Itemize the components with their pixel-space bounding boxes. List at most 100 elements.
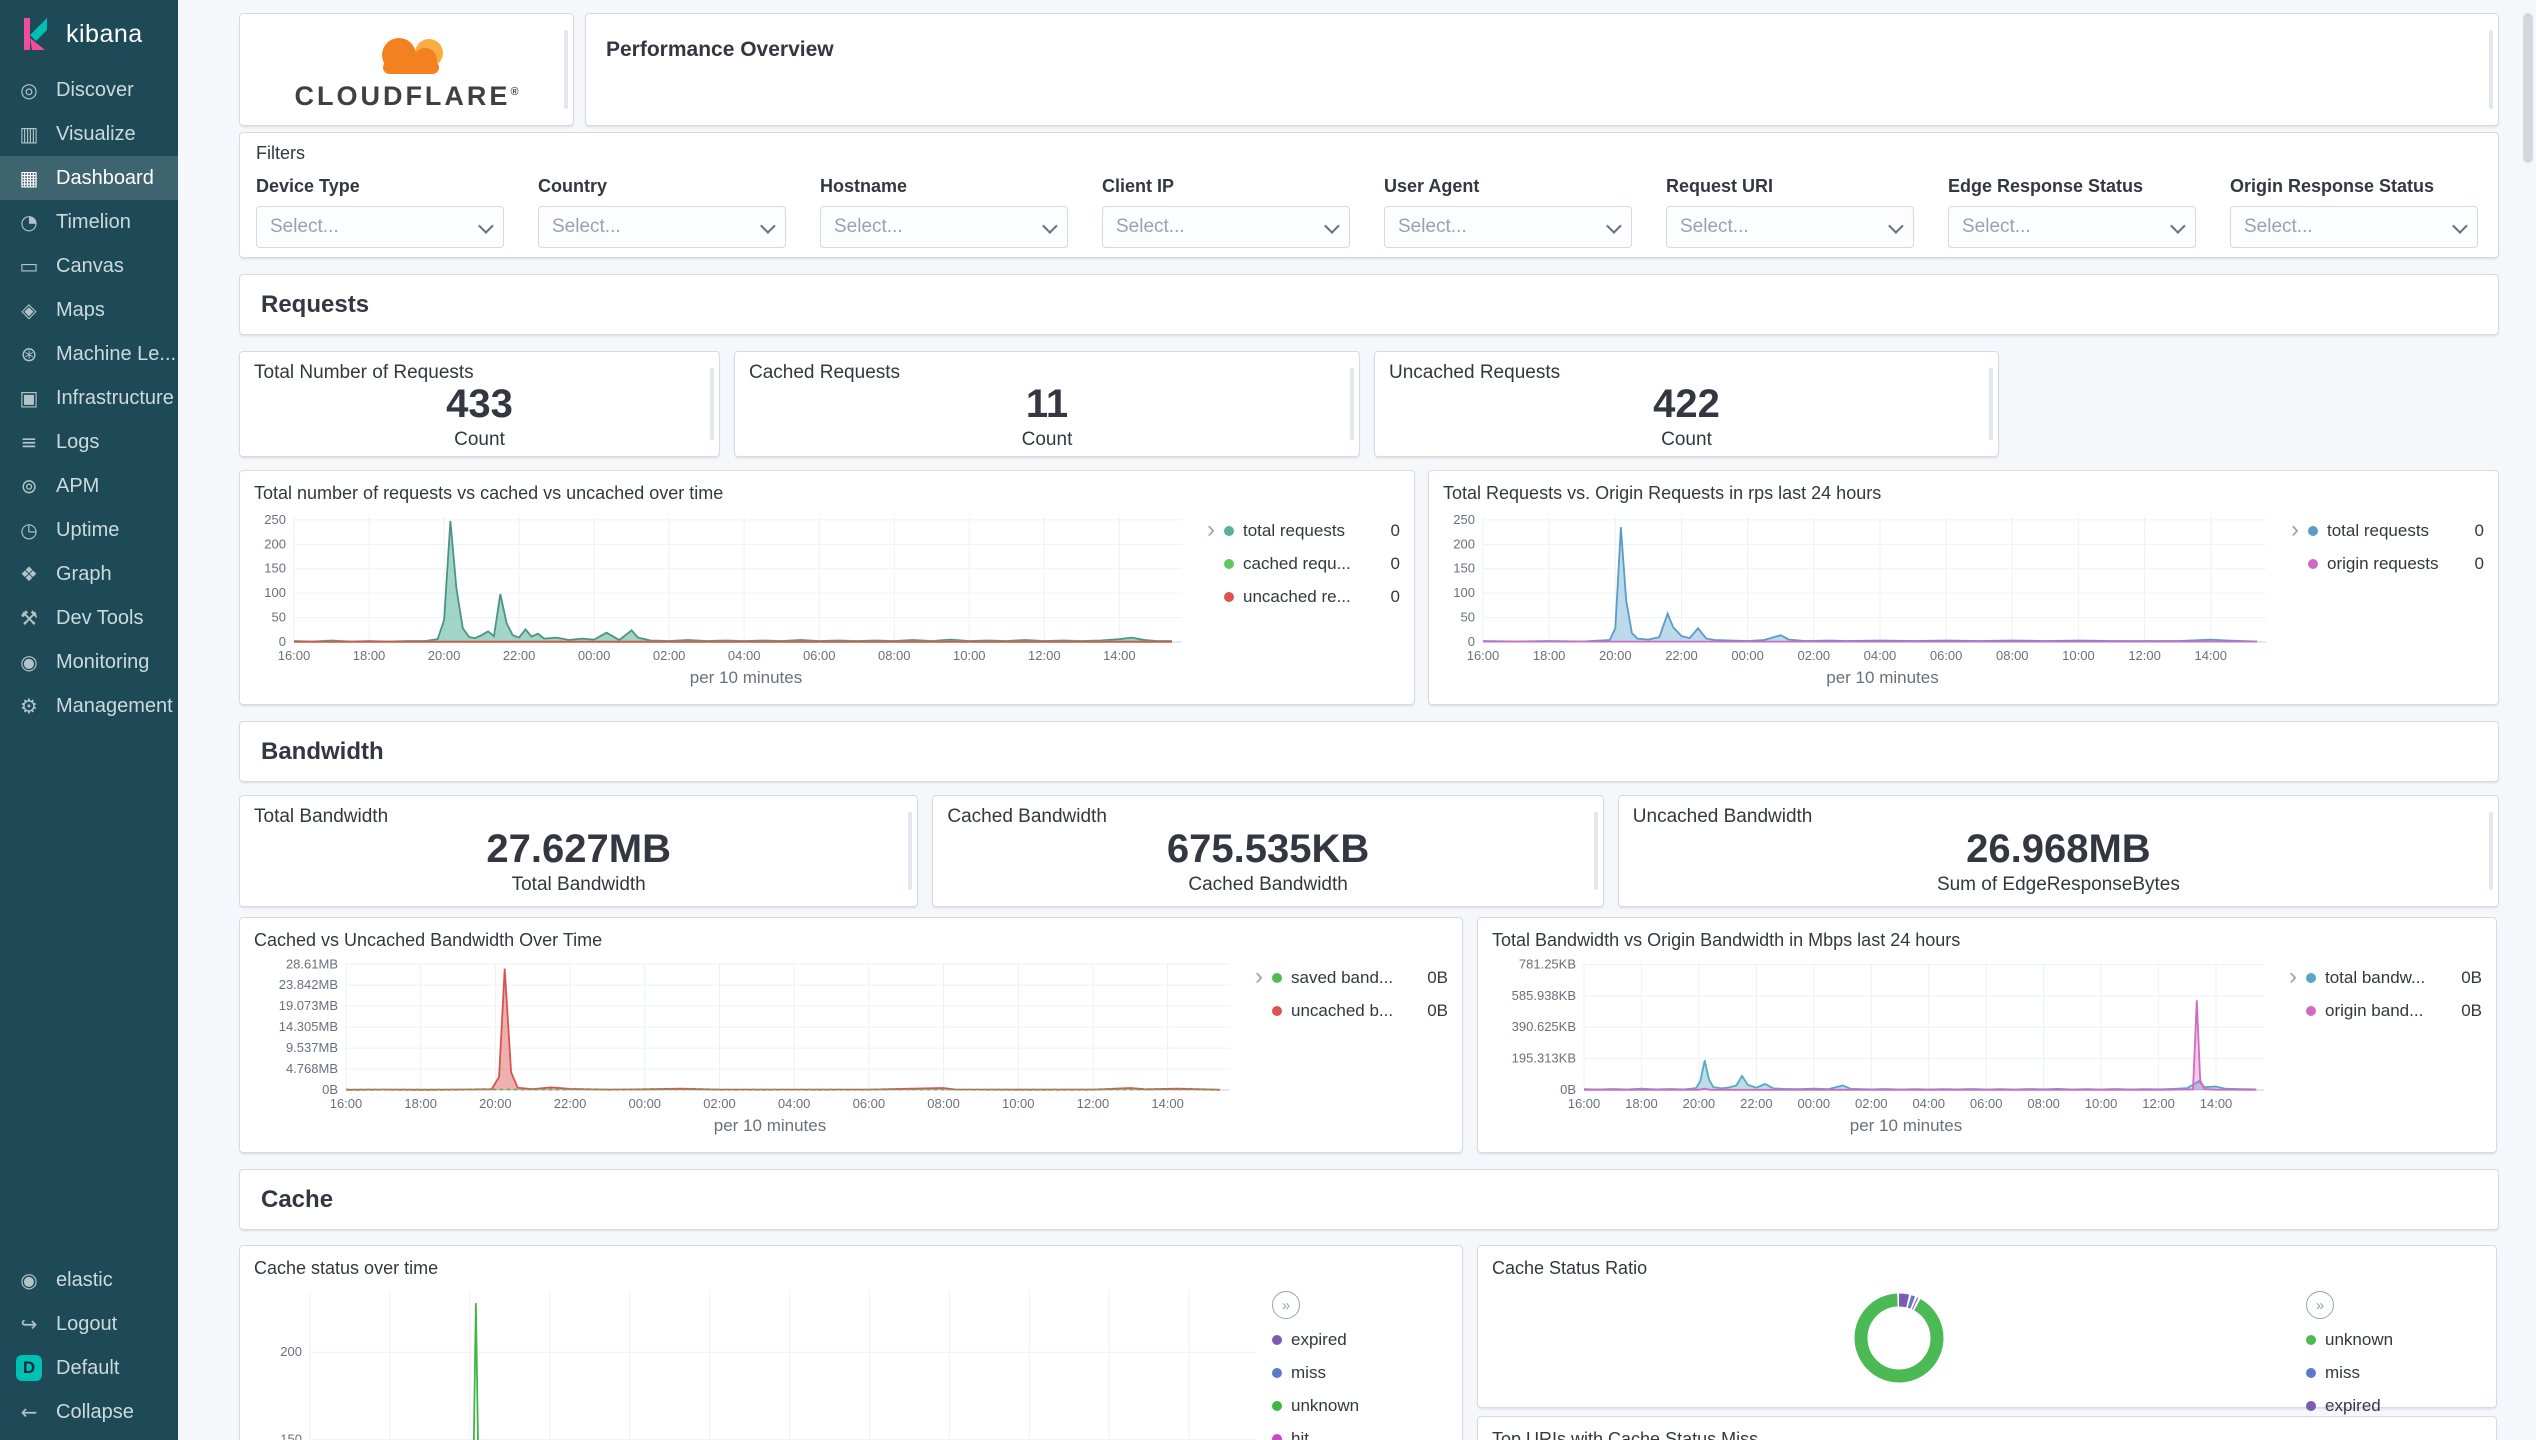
- sidebar-item-canvas[interactable]: ▭ Canvas: [0, 244, 178, 288]
- requests-section-header: Requests: [239, 274, 2499, 335]
- legend-item[interactable]: hit: [1272, 1422, 1448, 1440]
- request-uri-select[interactable]: Select...: [1666, 206, 1914, 248]
- legend-collapse-icon[interactable]: ›: [1246, 953, 1272, 1140]
- legend-collapse-icon[interactable]: »: [1272, 1291, 1300, 1319]
- bandwidth-over-time-chart-panel: Cached vs Uncached Bandwidth Over Time 1…: [239, 917, 1463, 1153]
- cache-ratio-donut[interactable]: [1844, 1283, 1954, 1393]
- sidebar-item-label: Management: [56, 694, 173, 717]
- legend-dot: [2306, 1367, 2316, 1378]
- legend-item[interactable]: uncached b... 0B: [1272, 994, 1448, 1027]
- legend-label: expired: [2325, 1395, 2381, 1415]
- svg-text:200: 200: [1453, 536, 1475, 551]
- legend-item[interactable]: total requests 0: [2308, 514, 2484, 547]
- legend-item[interactable]: total requests 0: [1224, 514, 1400, 547]
- legend-item[interactable]: miss: [2306, 1356, 2482, 1389]
- sidebar-item-default[interactable]: D Default: [0, 1346, 178, 1390]
- filter-label: Request URI: [1666, 176, 1774, 196]
- hostname-select[interactable]: Select...: [820, 206, 1068, 248]
- sidebar-item-maps[interactable]: ◈ Maps: [0, 288, 178, 332]
- sidebar-item-dashboard[interactable]: ▦ Dashboard: [0, 156, 178, 200]
- legend-item[interactable]: miss: [1272, 1356, 1448, 1389]
- legend-collapse-icon[interactable]: ›: [2280, 953, 2306, 1140]
- svg-text:10:00: 10:00: [2062, 648, 2095, 663]
- legend-item[interactable]: expired: [1272, 1323, 1448, 1356]
- legend-dot: [1272, 1334, 1282, 1345]
- svg-text:22:00: 22:00: [554, 1096, 587, 1111]
- svg-text:16:00: 16:00: [278, 648, 311, 663]
- metric-cached-bandwidth: Cached Bandwidth 675.535KB Cached Bandwidt…: [932, 795, 1604, 907]
- filter-label: Device Type: [256, 176, 360, 196]
- legend-item[interactable]: total bandw... 0B: [2306, 961, 2482, 994]
- sidebar-item-label: Canvas: [56, 254, 124, 277]
- legend-item[interactable]: uncached re... 0: [1224, 580, 1400, 613]
- sidebar-item-label: Timelion: [56, 210, 131, 233]
- svg-text:0: 0: [279, 634, 286, 649]
- legend-dot: [2306, 1005, 2316, 1016]
- edge-response-status-select[interactable]: Select...: [1948, 206, 2196, 248]
- legend-item[interactable]: saved band... 0B: [1272, 961, 1448, 994]
- sidebar-item-elastic[interactable]: ◉ elastic: [0, 1258, 178, 1302]
- chart-plot[interactable]: 16:0018:0020:0022:0000:0002:0004:0006:00…: [1443, 506, 2282, 668]
- filter-fields: Device Type Select... Country Select... Host…: [256, 176, 2482, 248]
- metric-title: Total Bandwidth: [254, 806, 389, 827]
- svg-text:200: 200: [280, 1344, 302, 1359]
- sidebar-item-uptime[interactable]: ◷ Uptime: [0, 508, 178, 552]
- sidebar-item-dev-tools[interactable]: ⚒ Dev Tools: [0, 596, 178, 640]
- svg-text:28.61MB: 28.61MB: [286, 956, 338, 971]
- svg-text:0B: 0B: [322, 1082, 338, 1097]
- sidebar-item-timelion[interactable]: ◔ Timelion: [0, 200, 178, 244]
- sidebar-item-graph[interactable]: ❖ Graph: [0, 552, 178, 596]
- filter-label: User Agent: [1384, 176, 1480, 196]
- client-ip-select[interactable]: Select...: [1102, 206, 1350, 248]
- legend-item[interactable]: origin requests 0: [2308, 547, 2484, 580]
- svg-text:00:00: 00:00: [1798, 1096, 1831, 1111]
- sidebar-item-visualize[interactable]: ▥ Visualize: [0, 112, 178, 156]
- legend-value: 0: [2474, 520, 2484, 540]
- svg-text:04:00: 04:00: [778, 1096, 811, 1111]
- sidebar-item-apm[interactable]: ⊚ APM: [0, 464, 178, 508]
- legend-value: 0: [2474, 553, 2484, 573]
- chart-plot[interactable]: 16:0018:0020:0022:0000:0002:0004:0006:00…: [1492, 953, 2280, 1116]
- country-select[interactable]: Select...: [538, 206, 786, 248]
- metric-unit: Count: [1661, 429, 1712, 450]
- svg-text:16:00: 16:00: [1467, 648, 1500, 663]
- legend-collapse-icon[interactable]: ›: [2282, 506, 2308, 692]
- chart-plot[interactable]: 16:0018:0020:0022:0000:0002:0004:0006:00…: [254, 1281, 1272, 1440]
- chart-plot[interactable]: 16:0018:0020:0022:0000:0002:0004:0006:00…: [254, 953, 1246, 1116]
- legend-value: 0B: [1427, 1000, 1448, 1020]
- sidebar-item-collapse[interactable]: ← Collapse: [0, 1390, 178, 1434]
- sidebar-item-monitoring[interactable]: ◉ Monitoring: [0, 640, 178, 684]
- legend-label: total requests: [1243, 520, 1346, 540]
- legend-item[interactable]: unknown: [2306, 1323, 2482, 1356]
- infrastructure-icon: ▣: [19, 386, 39, 410]
- bandwidth-metrics-row: Total Bandwidth 27.627MB Total Bandwidth Ca…: [239, 795, 2499, 907]
- device-type-select[interactable]: Select...: [256, 206, 504, 248]
- legend-collapse-icon[interactable]: »: [2306, 1291, 2334, 1319]
- svg-text:18:00: 18:00: [1625, 1096, 1658, 1111]
- origin-response-status-select[interactable]: Select...: [2230, 206, 2478, 248]
- legend-item[interactable]: origin band... 0B: [2306, 994, 2482, 1027]
- legend-label: total bandw...: [2325, 967, 2426, 987]
- requests-metrics-row: Total Number of Requests 433 Count Cached R…: [239, 351, 2499, 457]
- sidebar-item-discover[interactable]: ◎ Discover: [0, 68, 178, 112]
- chart-title: Cache Status Ratio: [1492, 1258, 1648, 1278]
- sidebar-item-logs[interactable]: ≡ Logs: [0, 420, 178, 464]
- sidebar-item-management[interactable]: ⚙ Management: [0, 684, 178, 728]
- sidebar-item-logout[interactable]: ↪ Logout: [0, 1302, 178, 1346]
- legend-item[interactable]: unknown: [1272, 1389, 1448, 1422]
- svg-text:16:00: 16:00: [330, 1096, 363, 1111]
- page-scrollbar[interactable]: [2523, 13, 2533, 163]
- legend-item[interactable]: cached requ... 0: [1224, 547, 1400, 580]
- chart-plot[interactable]: 16:0018:0020:0022:0000:0002:0004:0006:00…: [254, 506, 1198, 668]
- chart-title: Cached vs Uncached Bandwidth Over Time: [254, 930, 603, 950]
- chevron-down-icon: [1606, 217, 1622, 234]
- logs-icon: ≡: [20, 430, 38, 454]
- legend-collapse-icon[interactable]: ›: [1198, 506, 1224, 692]
- metric-value: 27.627MB: [486, 826, 671, 871]
- kibana-logo-row[interactable]: kibana: [0, 0, 178, 64]
- sidebar-item-infrastructure[interactable]: ▣ Infrastructure: [0, 376, 178, 420]
- user-agent-select[interactable]: Select...: [1384, 206, 1632, 248]
- sidebar-item-machine-le[interactable]: ⊛ Machine Le...: [0, 332, 178, 376]
- svg-text:0: 0: [1468, 634, 1475, 649]
- sidebar-item-label: APM: [56, 474, 100, 497]
